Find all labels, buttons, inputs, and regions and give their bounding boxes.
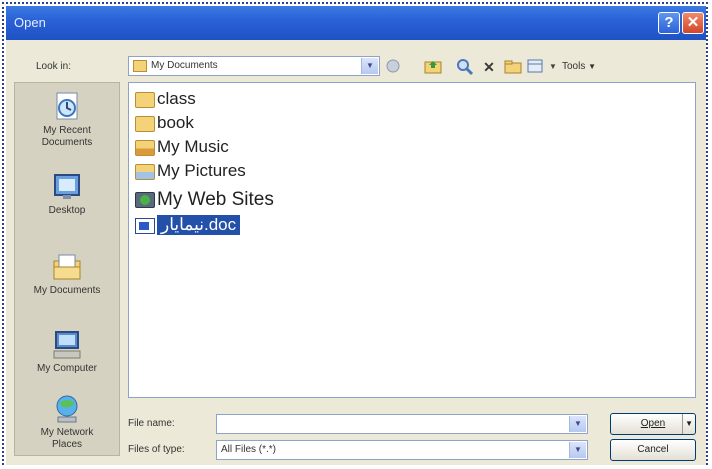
search-web-icon[interactable] xyxy=(456,58,474,76)
cancel-button[interactable]: Cancel xyxy=(610,439,696,461)
cancel-label: Cancel xyxy=(637,444,669,455)
file-name-label: File name: xyxy=(128,418,175,429)
my-documents-icon xyxy=(50,251,84,283)
doc-file-icon xyxy=(135,218,155,234)
place-label: My Documents xyxy=(33,285,101,296)
place-my-documents[interactable]: My Documents xyxy=(15,251,119,297)
views-dropdown-icon[interactable]: ▼ xyxy=(544,58,562,76)
recent-documents-icon xyxy=(50,91,84,123)
file-name: class xyxy=(157,89,196,108)
network-places-icon xyxy=(50,393,84,425)
help-button[interactable]: ? xyxy=(658,12,680,34)
close-button[interactable]: ✕ xyxy=(682,12,704,34)
views-icon[interactable] xyxy=(526,58,544,76)
look-in-dropdown[interactable]: My Documents ▼ xyxy=(128,56,380,76)
look-in-label: Look in: xyxy=(36,61,72,72)
open-button[interactable]: Open ▼ xyxy=(610,413,696,435)
file-type-label: Files of type: xyxy=(128,444,185,455)
open-dialog: Open ? ✕ Look in: My Documents ▼ ✕ ▼ Too… xyxy=(6,6,706,465)
file-type-select[interactable]: All Files (*.*) ▼ xyxy=(216,440,588,460)
place-label: My Network xyxy=(40,427,94,438)
places-bar: My Recent Documents Desktop My Documents… xyxy=(14,82,120,456)
tools-dropdown-icon: ▼ xyxy=(588,62,597,71)
chevron-down-icon[interactable]: ▼ xyxy=(569,442,586,458)
pictures-folder-icon xyxy=(135,164,155,180)
file-name: book xyxy=(157,113,194,132)
title-bar: Open ? ✕ xyxy=(6,6,706,40)
desktop-icon xyxy=(50,171,84,203)
file-name-input[interactable]: ▼ xyxy=(216,414,588,434)
place-label: Desktop xyxy=(48,205,86,216)
folder-icon xyxy=(133,60,147,72)
web-folder-icon xyxy=(135,192,155,208)
place-recent-documents[interactable]: My Recent Documents xyxy=(15,91,119,149)
tools-label: Tools xyxy=(562,61,586,72)
delete-icon[interactable]: ✕ xyxy=(480,58,498,76)
window-title: Open xyxy=(14,15,46,30)
place-label: Documents xyxy=(41,137,93,148)
file-name: نیمایار.doc xyxy=(157,215,241,235)
file-list: class book My Music My Pictures My Web S… xyxy=(128,82,696,398)
chevron-down-icon[interactable]: ▼ xyxy=(361,58,378,74)
file-name: My Pictures xyxy=(157,161,246,180)
file-name: My Music xyxy=(157,137,229,156)
place-my-computer[interactable]: My Computer xyxy=(15,329,119,375)
music-folder-icon xyxy=(135,140,155,156)
tools-menu[interactable]: Tools ▼ xyxy=(562,61,596,72)
up-folder-icon[interactable] xyxy=(424,58,442,76)
back-icon[interactable] xyxy=(384,58,402,76)
my-computer-icon xyxy=(50,329,84,361)
open-label: Open xyxy=(640,418,666,429)
place-label: Places xyxy=(51,439,82,450)
look-in-value: My Documents xyxy=(151,60,218,71)
folder-icon xyxy=(135,116,155,132)
file-name: My Web Sites xyxy=(157,189,274,210)
place-label: My Computer xyxy=(36,363,97,374)
place-label: My Recent xyxy=(43,125,91,136)
new-folder-icon[interactable] xyxy=(504,58,522,76)
chevron-down-icon[interactable]: ▼ xyxy=(569,416,586,432)
folder-icon xyxy=(135,92,155,108)
open-split-arrow-icon[interactable]: ▼ xyxy=(682,414,693,434)
file-type-value: All Files (*.*) xyxy=(221,444,277,455)
place-desktop[interactable]: Desktop xyxy=(15,171,119,217)
place-network[interactable]: My Network Places xyxy=(15,393,119,451)
